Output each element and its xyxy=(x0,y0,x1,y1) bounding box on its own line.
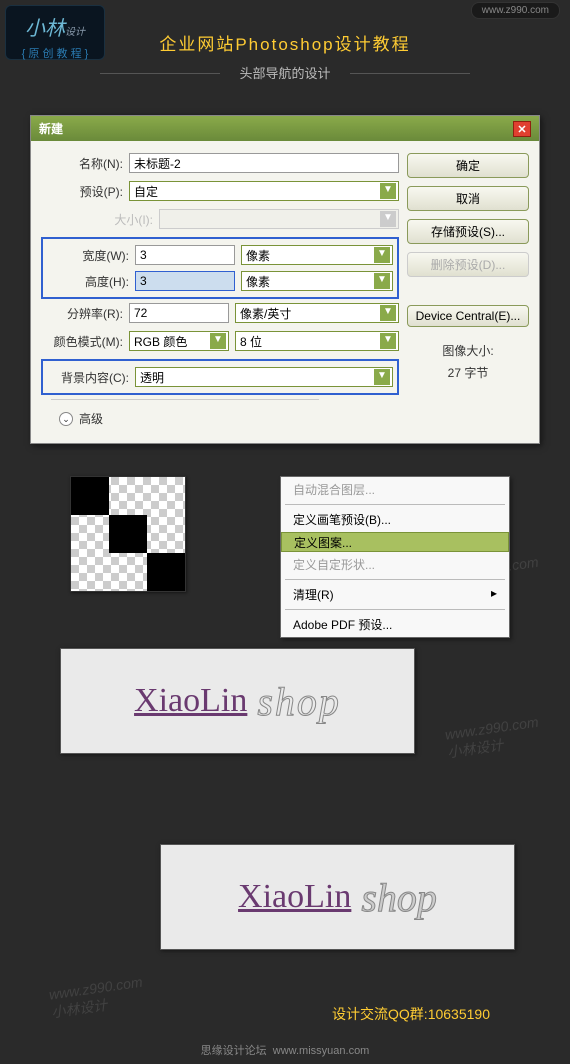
resolution-input[interactable] xyxy=(129,303,229,323)
advanced-label: 高级 xyxy=(79,410,103,427)
height-input[interactable] xyxy=(135,271,235,291)
qq-group: 设计交流QQ群:10635190 xyxy=(332,1004,490,1024)
new-document-dialog: 新建 ✕ 名称(N): 预设(P): 自定▼ 大小(I): ▼ 宽度(W): 像… xyxy=(30,115,540,444)
color-bits-select[interactable]: 8 位▼ xyxy=(235,331,399,351)
size-select: ▼ xyxy=(159,209,399,229)
url-pill: www.z990.com xyxy=(471,2,560,19)
chevron-down-icon: ▼ xyxy=(380,183,396,199)
cancel-button[interactable]: 取消 xyxy=(407,186,529,211)
chevron-down-icon: ▼ xyxy=(374,273,390,289)
background-select[interactable]: 透明▼ xyxy=(135,367,393,387)
height-unit-select[interactable]: 像素▼ xyxy=(241,271,393,291)
menu-define-pattern[interactable]: 定义图案... xyxy=(281,532,509,552)
footer-bar: 思缘设计论坛 www.missyuan.com xyxy=(0,1036,570,1064)
width-input[interactable] xyxy=(135,245,235,265)
preset-label: 预设(P): xyxy=(41,183,129,200)
logo-subtitle: { 原 创 教 程 } xyxy=(6,45,104,61)
menu-auto-blend: 自动混合图层... xyxy=(281,477,509,502)
width-label: 宽度(W): xyxy=(47,247,135,264)
ok-button[interactable]: 确定 xyxy=(407,153,529,178)
resolution-unit-select[interactable]: 像素/英寸▼ xyxy=(235,303,399,323)
menu-define-shape: 定义自定形状... xyxy=(281,552,509,577)
chevron-down-icon: ▼ xyxy=(380,305,396,321)
save-preset-button[interactable]: 存储预设(S)... xyxy=(407,219,529,244)
dialog-titlebar[interactable]: 新建 ✕ xyxy=(31,116,539,141)
dimensions-group: 宽度(W): 像素▼ 高度(H): 像素▼ xyxy=(41,237,399,299)
chevron-down-icon: ▼ xyxy=(380,333,396,349)
page-subtitle: 头部导航的设计 xyxy=(0,63,570,82)
menu-pdf-preset[interactable]: Adobe PDF 预设... xyxy=(281,612,509,637)
background-label: 背景内容(C): xyxy=(47,369,135,386)
preset-select[interactable]: 自定▼ xyxy=(129,181,399,201)
image-size-label: 图像大小: xyxy=(407,341,529,363)
brand-text: XiaoLin xyxy=(238,878,351,916)
edit-context-menu: 自动混合图层... 定义画笔预设(B)... 定义图案... 定义自定形状...… xyxy=(280,476,510,638)
shop-text: shop xyxy=(257,678,341,725)
color-mode-select[interactable]: RGB 颜色▼ xyxy=(129,331,229,351)
menu-purge[interactable]: 清理(R)▸ xyxy=(281,582,509,607)
advanced-toggle[interactable]: ⌄ 高级 xyxy=(41,410,399,427)
device-central-button[interactable]: Device Central(E)... xyxy=(407,305,529,327)
logo-small: 设计 xyxy=(65,27,85,38)
logo-main: 小林 xyxy=(25,18,65,40)
pattern-swatch xyxy=(70,476,186,592)
chevron-down-icon: ▼ xyxy=(374,247,390,263)
logo-badge: 小林设计 { 原 创 教 程 } xyxy=(5,5,105,60)
dialog-title: 新建 xyxy=(39,120,63,137)
shop-text: shop xyxy=(361,874,437,921)
resolution-label: 分辨率(R): xyxy=(41,305,129,322)
image-size-value: 27 字节 xyxy=(407,363,529,385)
brand-text: XiaoLin xyxy=(134,682,247,720)
width-unit-select[interactable]: 像素▼ xyxy=(241,245,393,265)
color-mode-label: 颜色模式(M): xyxy=(41,333,129,350)
name-label: 名称(N): xyxy=(41,155,129,172)
background-group: 背景内容(C): 透明▼ xyxy=(41,359,399,395)
size-label: 大小(I): xyxy=(71,211,159,228)
chevron-down-icon: ▼ xyxy=(210,333,226,349)
logo-preview-2: XiaoLin shop xyxy=(160,844,515,950)
chevron-down-icon: ▼ xyxy=(374,369,390,385)
height-label: 高度(H): xyxy=(47,273,135,290)
menu-define-brush[interactable]: 定义画笔预设(B)... xyxy=(281,507,509,532)
chevron-down-icon: ▼ xyxy=(380,211,396,227)
delete-preset-button: 删除预设(D)... xyxy=(407,252,529,277)
close-icon[interactable]: ✕ xyxy=(513,121,531,137)
name-input[interactable] xyxy=(129,153,399,173)
expand-icon: ⌄ xyxy=(59,412,73,426)
logo-preview-1: XiaoLin shop xyxy=(60,648,415,754)
